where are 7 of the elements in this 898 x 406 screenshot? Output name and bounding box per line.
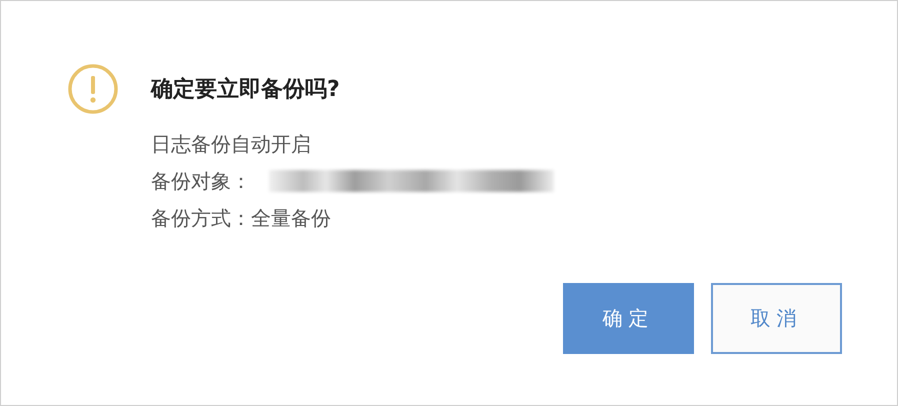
cancel-button[interactable]: 取消 <box>711 283 842 354</box>
confirm-button[interactable]: 确定 <box>563 283 694 354</box>
message-text: 备份方式：全量备份 <box>151 205 332 232</box>
message-text: 日志备份自动开启 <box>151 131 312 158</box>
field-label: 备份对象： <box>151 168 251 195</box>
dialog-title: 确定要立即备份吗? <box>151 76 340 104</box>
warning-icon <box>67 63 119 115</box>
